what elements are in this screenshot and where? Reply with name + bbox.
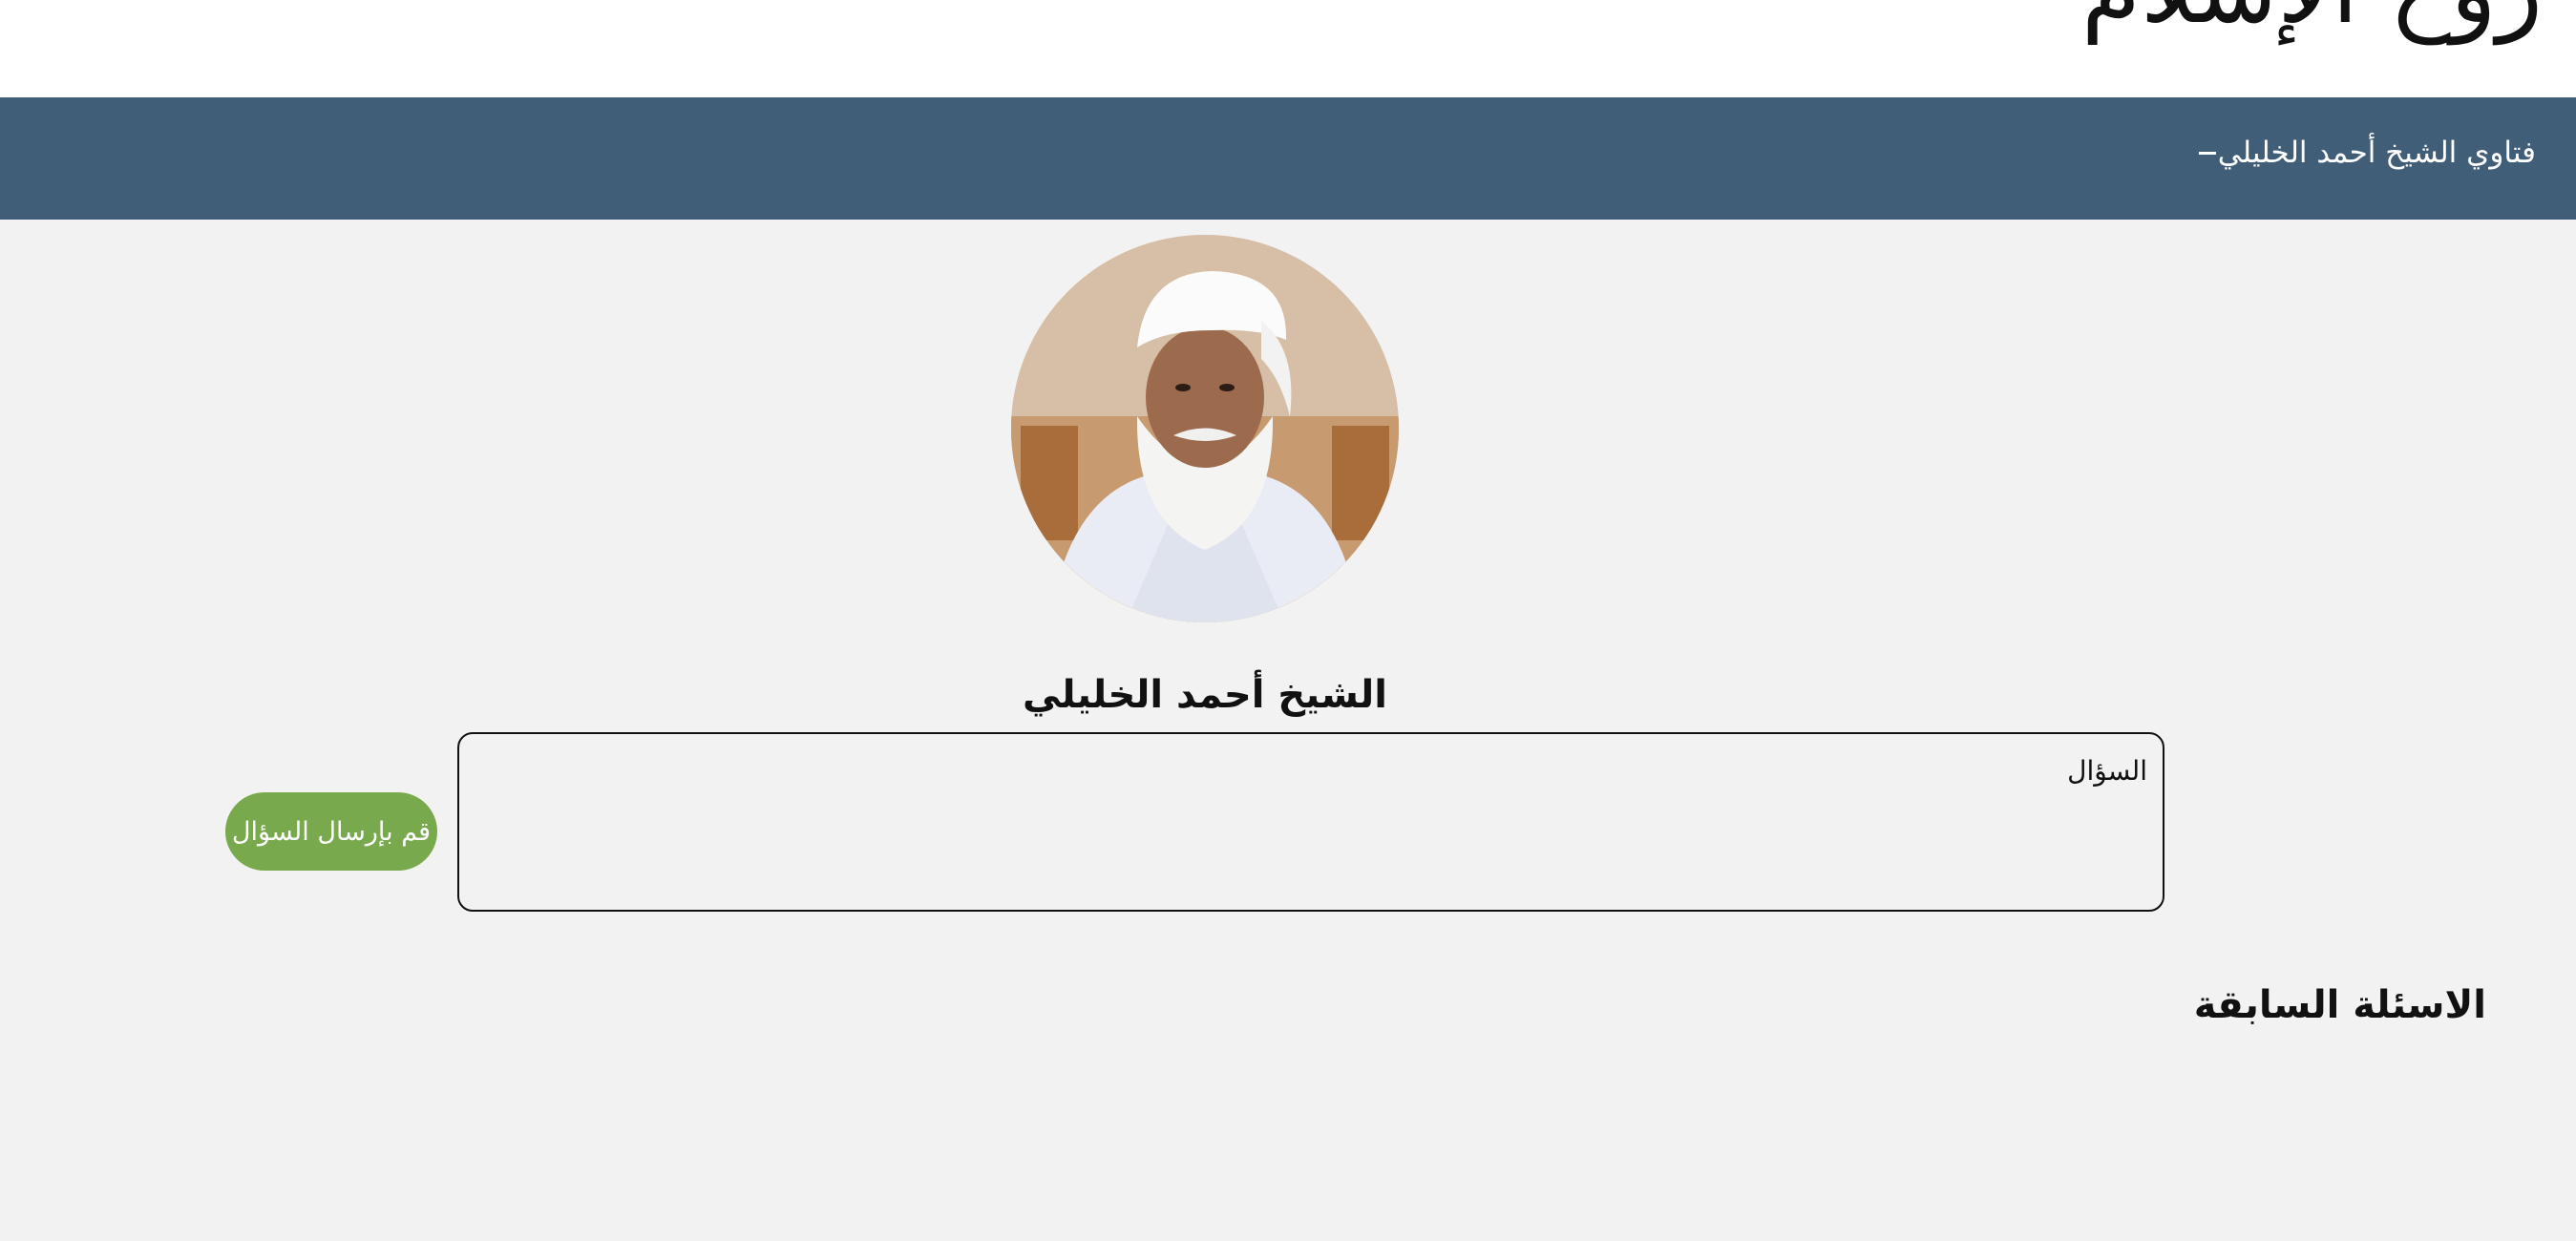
menu-dash-icon[interactable] bbox=[2198, 151, 2216, 155]
nav-title-link[interactable]: فتاوي الشيخ أحمد الخليلي bbox=[2198, 136, 2536, 170]
question-input[interactable] bbox=[459, 734, 2163, 910]
sheikh-portrait-icon bbox=[1011, 235, 1399, 622]
question-box bbox=[457, 732, 2164, 912]
site-logo-text: روح الإسلام bbox=[2081, 0, 2543, 45]
sheikh-name: الشيخ أحمد الخليلي bbox=[1023, 673, 1387, 718]
previous-questions-heading: الاسئلة السابقة bbox=[2193, 983, 2486, 1027]
top-header: روح الإسلام bbox=[0, 0, 2576, 97]
send-question-button[interactable]: قم بإرسال السؤال bbox=[225, 792, 437, 871]
navbar: فتاوي الشيخ أحمد الخليلي bbox=[0, 97, 2576, 220]
avatar bbox=[1011, 235, 1399, 622]
nav-title-label: فتاوي الشيخ أحمد الخليلي bbox=[2217, 136, 2536, 170]
